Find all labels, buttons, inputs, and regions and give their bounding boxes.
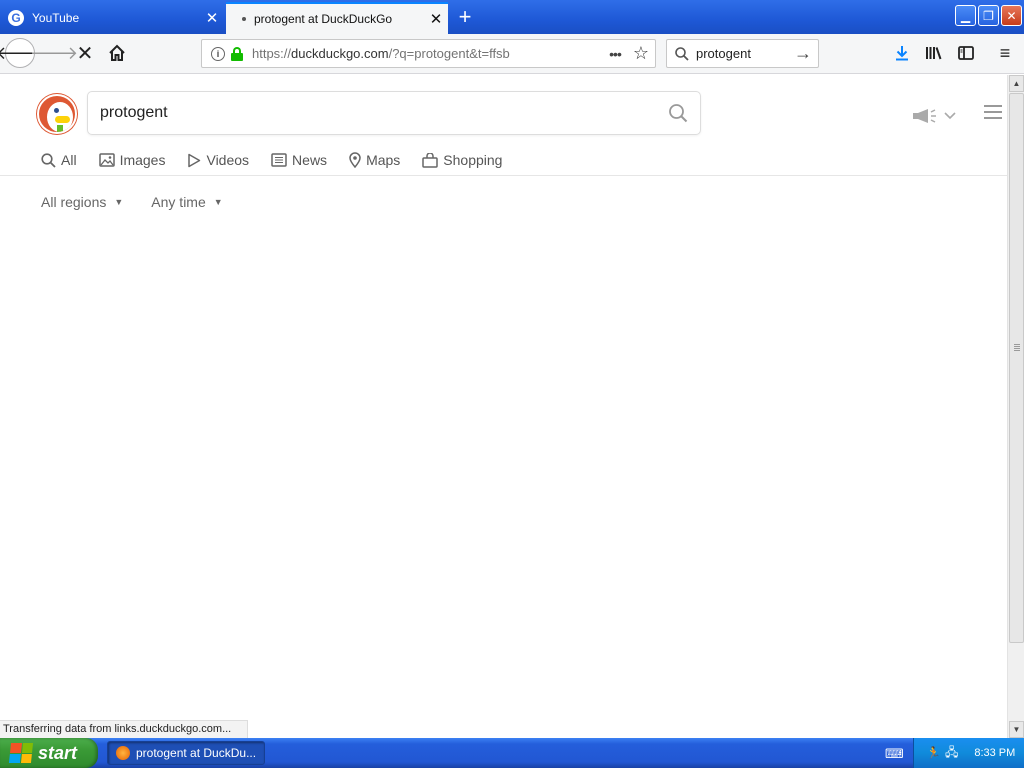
play-icon <box>188 153 201 167</box>
bookmark-star-icon[interactable]: ☆ <box>627 43 655 64</box>
tab-images[interactable]: Images <box>98 149 166 171</box>
close-window-button[interactable]: ✕ <box>1001 5 1022 26</box>
tab-youtube[interactable]: G YouTube ✕ <box>0 2 224 34</box>
search-go-arrow-icon[interactable]: → <box>794 43 812 64</box>
url-text[interactable]: https://duckduckgo.com/?q=protogent&t=ff… <box>252 46 603 61</box>
scrollbar-grip <box>1014 344 1020 352</box>
start-button[interactable]: start <box>0 738 98 768</box>
title-bar: G YouTube ✕ protogent at DuckDuckGo ✕ + … <box>0 0 1024 34</box>
close-tab-icon[interactable]: ✕ <box>200 9 224 27</box>
vertical-scrollbar[interactable]: ▲ ▼ <box>1007 75 1024 738</box>
sidebar-icon <box>958 46 974 60</box>
tab-title: YouTube <box>32 11 80 25</box>
close-tab-icon[interactable]: ✕ <box>424 10 448 28</box>
image-icon <box>98 153 115 167</box>
forward-button[interactable]: 🡒 <box>30 38 78 68</box>
search-icon[interactable] <box>668 103 688 123</box>
time-filter-dropdown[interactable]: Any time ▼ <box>151 194 222 210</box>
search-type-tabs: All Images Videos News Maps Shopping <box>41 149 524 171</box>
keyboard-icon[interactable]: ⌨ <box>885 746 904 762</box>
tab-news[interactable]: News <box>271 149 327 171</box>
firefox-icon <box>116 746 130 760</box>
tab-label: Videos <box>206 152 250 168</box>
taskbar-window-button[interactable]: protogent at DuckDu... <box>107 741 265 765</box>
tabs-divider <box>0 175 1007 176</box>
tab-shopping[interactable]: Shopping <box>422 149 502 171</box>
tab-label: News <box>292 152 328 168</box>
tab-label: Maps <box>366 152 401 168</box>
home-icon <box>109 44 125 61</box>
filter-label: All regions <box>41 194 107 210</box>
sidebar-button[interactable] <box>951 38 981 68</box>
start-label: start <box>38 742 78 763</box>
url-path: /?q=protogent&t=ffsb <box>388 46 510 61</box>
new-tab-button[interactable]: + <box>452 4 478 30</box>
download-icon <box>896 46 908 61</box>
search-icon <box>41 152 56 168</box>
megaphone-icon <box>913 109 936 123</box>
search-bar-value: protogent <box>696 46 751 61</box>
tab-all[interactable]: All <box>41 149 77 171</box>
newspaper-icon <box>271 153 287 167</box>
restore-button[interactable]: ❐ <box>978 5 999 26</box>
page-content: protogent All Images Videos News Maps Sh… <box>0 75 1007 720</box>
address-bar[interactable]: i https://duckduckgo.com/?q=protogent&t=… <box>201 39 656 68</box>
navigation-toolbar: 🡐 🡒 ✕ i https://duckduckgo.com/?q=protog… <box>0 34 1024 74</box>
system-tray: 🏃 🖧 8:33 PM <box>913 738 1024 768</box>
minimize-button[interactable]: ▁ <box>955 5 976 26</box>
duckduckgo-logo-icon[interactable] <box>37 94 77 134</box>
tab-videos[interactable]: Videos <box>187 149 249 171</box>
clock[interactable]: 8:33 PM <box>974 747 1015 759</box>
library-icon <box>926 47 942 60</box>
windows-flag-icon <box>8 743 34 763</box>
url-domain: duckduckgo.com <box>291 46 389 61</box>
windows-taskbar: start protogent at DuckDu... ⌨ 🏃 🖧 8:33 … <box>0 738 1024 768</box>
scroll-down-arrow-icon[interactable]: ▼ <box>1009 721 1024 738</box>
url-prefix: https:// <box>252 46 292 61</box>
tab-maps[interactable]: Maps <box>349 149 400 171</box>
home-button[interactable] <box>102 38 132 68</box>
ddg-menu-icon[interactable] <box>984 105 1002 121</box>
announcements-dropdown[interactable] <box>912 106 956 126</box>
tab-title: protogent at DuckDuckGo <box>254 12 393 26</box>
map-pin-icon <box>349 152 361 168</box>
search-filters: All regions ▼ Any time ▼ <box>41 194 251 210</box>
caret-down-icon: ▼ <box>213 197 223 207</box>
search-icon <box>675 46 689 61</box>
ddg-search-box[interactable]: protogent <box>87 91 701 135</box>
tab-duckduckgo[interactable]: protogent at DuckDuckGo ✕ <box>226 2 448 34</box>
info-icon[interactable]: i <box>211 46 225 61</box>
tab-label: Shopping <box>443 152 503 168</box>
taskbar-window-title: protogent at DuckDu... <box>136 746 257 760</box>
search-input[interactable]: protogent <box>100 104 668 122</box>
hamburger-menu-button[interactable]: ≡ <box>990 38 1020 68</box>
filter-label: Any time <box>151 194 206 210</box>
scroll-up-arrow-icon[interactable]: ▲ <box>1009 75 1024 92</box>
stop-loading-button[interactable]: ✕ <box>70 38 100 68</box>
status-text: Transferring data from links.duckduckgo.… <box>0 720 248 738</box>
shopping-bag-icon <box>422 152 439 168</box>
network-icon[interactable]: 🖧 <box>945 743 958 764</box>
downloads-button[interactable] <box>887 38 917 68</box>
region-filter-dropdown[interactable]: All regions ▼ <box>41 194 123 210</box>
scrollbar-thumb[interactable] <box>1009 93 1024 643</box>
caret-down-icon: ▼ <box>114 197 124 207</box>
chevron-down-icon <box>944 112 956 120</box>
google-favicon-icon: G <box>8 10 24 26</box>
library-button[interactable] <box>919 38 949 68</box>
running-man-icon[interactable]: 🏃 <box>926 746 941 760</box>
page-actions-icon[interactable]: ••• <box>603 46 627 62</box>
tab-label: Images <box>119 152 166 168</box>
search-bar[interactable]: protogent → <box>666 39 819 68</box>
loading-indicator-icon <box>242 17 246 21</box>
tab-label: All <box>61 152 77 168</box>
lock-icon[interactable] <box>231 46 243 61</box>
